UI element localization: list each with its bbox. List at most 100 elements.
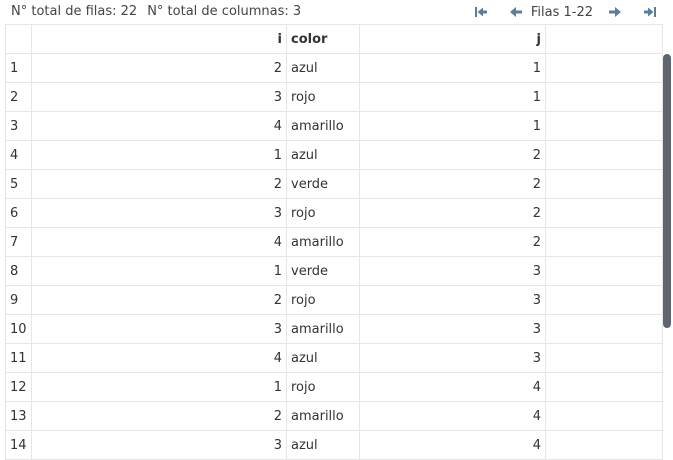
row-index-cell: 1 <box>6 53 32 83</box>
data-grid[interactable]: i color j 1 2 azul 1 2 3 rojo 1 3 4 amarillo 1 4 1 azu… <box>5 24 663 460</box>
previous-page-icon[interactable] <box>507 3 525 21</box>
table-row[interactable]: 8 1 verde 3 <box>6 256 663 286</box>
table-row[interactable]: 12 1 rojo 4 <box>6 372 663 402</box>
cell-j: 4 <box>359 401 546 431</box>
index-header[interactable] <box>6 25 32 54</box>
cell-i: 3 <box>31 430 287 460</box>
row-index-cell: 11 <box>6 343 32 373</box>
table-row[interactable]: 4 1 azul 2 <box>6 140 663 170</box>
cell-color: azul <box>286 140 360 170</box>
row-index-cell: 7 <box>6 227 32 257</box>
cell-color: amarillo <box>286 401 360 431</box>
cell-color: azul <box>286 343 360 373</box>
page-range-label: Filas 1-22 <box>530 4 593 20</box>
filler-cell <box>545 256 663 286</box>
cell-color: amarillo <box>286 314 360 344</box>
filler-cell <box>545 314 663 344</box>
column-header-color[interactable]: color <box>286 25 360 54</box>
filler-header <box>545 25 663 54</box>
filler-cell <box>545 198 663 228</box>
filler-cell <box>545 111 663 141</box>
last-page-icon[interactable] <box>641 3 659 21</box>
cell-j: 3 <box>359 343 546 373</box>
cell-i: 1 <box>31 140 287 170</box>
table-row[interactable]: 6 3 rojo 2 <box>6 198 663 228</box>
row-index-cell: 8 <box>6 256 32 286</box>
cell-j: 3 <box>359 256 546 286</box>
cell-i: 4 <box>31 111 287 141</box>
first-page-icon[interactable] <box>472 3 490 21</box>
header-row: i color j <box>6 25 663 54</box>
row-index-cell: 13 <box>6 401 32 431</box>
row-index-cell: 10 <box>6 314 32 344</box>
filler-cell <box>545 401 663 431</box>
table-toolbar: N° total de filas: 22 N° total de columna… <box>0 0 673 25</box>
table-row[interactable]: 13 2 amarillo 4 <box>6 401 663 431</box>
filler-cell <box>545 430 663 460</box>
cell-i: 2 <box>31 285 287 315</box>
table-row[interactable]: 7 4 amarillo 2 <box>6 227 663 257</box>
cell-j: 3 <box>359 314 546 344</box>
table-row[interactable]: 10 3 amarillo 3 <box>6 314 663 344</box>
cell-color: amarillo <box>286 227 360 257</box>
column-count-label: N° total de columnas: 3 <box>147 4 302 19</box>
row-index-cell: 9 <box>6 285 32 315</box>
data-table: i color j 1 2 azul 1 2 3 rojo 1 3 4 amarillo 1 4 1 azu… <box>6 25 663 460</box>
column-header-i[interactable]: i <box>31 25 287 54</box>
cell-color: azul <box>286 430 360 460</box>
row-index-cell: 2 <box>6 82 32 112</box>
cell-color: rojo <box>286 285 360 315</box>
cell-i: 1 <box>31 256 287 286</box>
cell-color: rojo <box>286 198 360 228</box>
table-row[interactable]: 11 4 azul 3 <box>6 343 663 373</box>
row-index-cell: 14 <box>6 430 32 460</box>
cell-j: 2 <box>359 169 546 199</box>
cell-j: 1 <box>359 111 546 141</box>
cell-color: azul <box>286 53 360 83</box>
vertical-scrollbar[interactable] <box>663 54 671 328</box>
cell-j: 1 <box>359 82 546 112</box>
row-index-cell: 5 <box>6 169 32 199</box>
filler-cell <box>545 53 663 83</box>
filler-cell <box>545 285 663 315</box>
cell-j: 2 <box>359 227 546 257</box>
row-index-cell: 6 <box>6 198 32 228</box>
cell-j: 2 <box>359 198 546 228</box>
cell-j: 3 <box>359 285 546 315</box>
table-row[interactable]: 9 2 rojo 3 <box>6 285 663 315</box>
table-row[interactable]: 2 3 rojo 1 <box>6 82 663 112</box>
filler-cell <box>545 169 663 199</box>
filler-cell <box>545 82 663 112</box>
cell-j: 4 <box>359 372 546 402</box>
table-summary: N° total de filas: 22 N° total de columna… <box>11 4 301 19</box>
pagination: Filas 1-22 <box>472 3 659 21</box>
cell-color: rojo <box>286 372 360 402</box>
cell-color: verde <box>286 169 360 199</box>
cell-j: 2 <box>359 140 546 170</box>
cell-i: 1 <box>31 372 287 402</box>
row-index-cell: 4 <box>6 140 32 170</box>
table-row[interactable]: 3 4 amarillo 1 <box>6 111 663 141</box>
row-index-cell: 12 <box>6 372 32 402</box>
row-count-label: N° total de filas: 22 <box>11 4 138 19</box>
cell-i: 2 <box>31 53 287 83</box>
cell-i: 4 <box>31 227 287 257</box>
table-row[interactable]: 1 2 azul 1 <box>6 53 663 83</box>
cell-color: verde <box>286 256 360 286</box>
table-row[interactable]: 14 3 azul 4 <box>6 430 663 460</box>
filler-cell <box>545 140 663 170</box>
cell-j: 4 <box>359 430 546 460</box>
next-page-icon[interactable] <box>606 3 624 21</box>
cell-i: 3 <box>31 198 287 228</box>
cell-i: 2 <box>31 169 287 199</box>
row-index-cell: 3 <box>6 111 32 141</box>
cell-i: 2 <box>31 401 287 431</box>
cell-j: 1 <box>359 53 546 83</box>
cell-i: 3 <box>31 314 287 344</box>
column-header-j[interactable]: j <box>359 25 546 54</box>
cell-i: 3 <box>31 82 287 112</box>
cell-color: rojo <box>286 82 360 112</box>
cell-color: amarillo <box>286 111 360 141</box>
cell-i: 4 <box>31 343 287 373</box>
table-row[interactable]: 5 2 verde 2 <box>6 169 663 199</box>
